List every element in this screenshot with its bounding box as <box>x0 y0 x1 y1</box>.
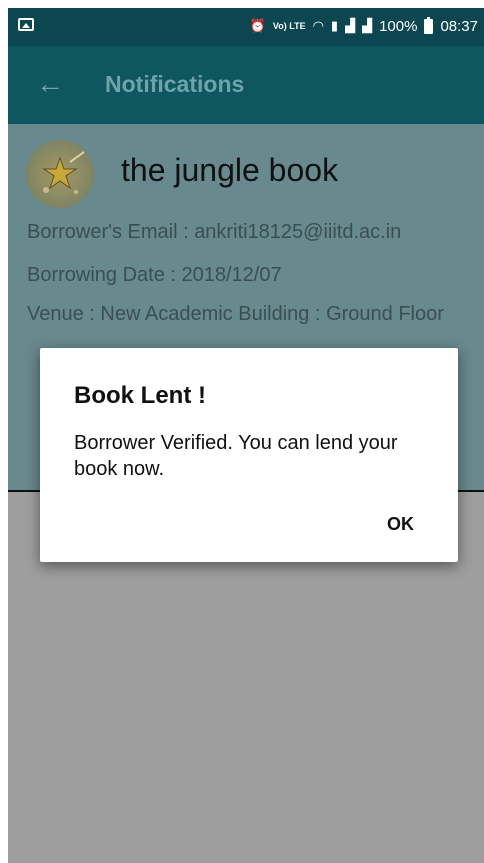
ok-button[interactable]: OK <box>387 514 414 535</box>
back-arrow-icon[interactable]: ← <box>36 68 64 100</box>
signal-icon-2: ▟ <box>362 18 373 33</box>
sim-icon: ▮ <box>330 18 339 33</box>
page-title: Notifications <box>105 71 245 97</box>
battery-percent: 100% <box>379 17 418 35</box>
book-lent-dialog: Book Lent ! Borrower Verified. You can l… <box>40 348 458 562</box>
phone-screen: ⏰ Vo) LTE ◠ ▮ ▟ ▟ 100% 08:37 ← Notificat… <box>8 8 484 863</box>
wifi-icon: ◠ <box>312 18 324 33</box>
image-icon <box>18 18 34 31</box>
book-avatar <box>26 140 94 208</box>
volte-label: Vo) LTE <box>272 20 306 31</box>
borrowing-date: Borrowing Date : 2018/12/07 <box>27 264 282 286</box>
alarm-icon: ⏰ <box>249 18 266 33</box>
battery-icon <box>424 16 434 34</box>
star-wand-icon <box>42 151 85 194</box>
dialog-title: Book Lent ! <box>74 382 206 409</box>
clock: 08:37 <box>440 17 478 35</box>
status-bar: ⏰ Vo) LTE ◠ ▮ ▟ ▟ 100% 08:37 <box>8 8 484 46</box>
venue: Venue : New Academic Building : Ground F… <box>27 303 444 325</box>
dialog-message: Borrower Verified. You can lend your boo… <box>74 432 398 480</box>
signal-icon: ▟ <box>345 18 356 33</box>
borrower-email: Borrower's Email : ankriti18125@iiitd.ac… <box>27 221 402 243</box>
app-bar: ← Notifications <box>8 46 484 124</box>
book-title: the jungle book <box>121 152 339 188</box>
status-icons: ⏰ Vo) LTE ◠ ▮ ▟ ▟ 100% 08:37 <box>249 16 478 35</box>
